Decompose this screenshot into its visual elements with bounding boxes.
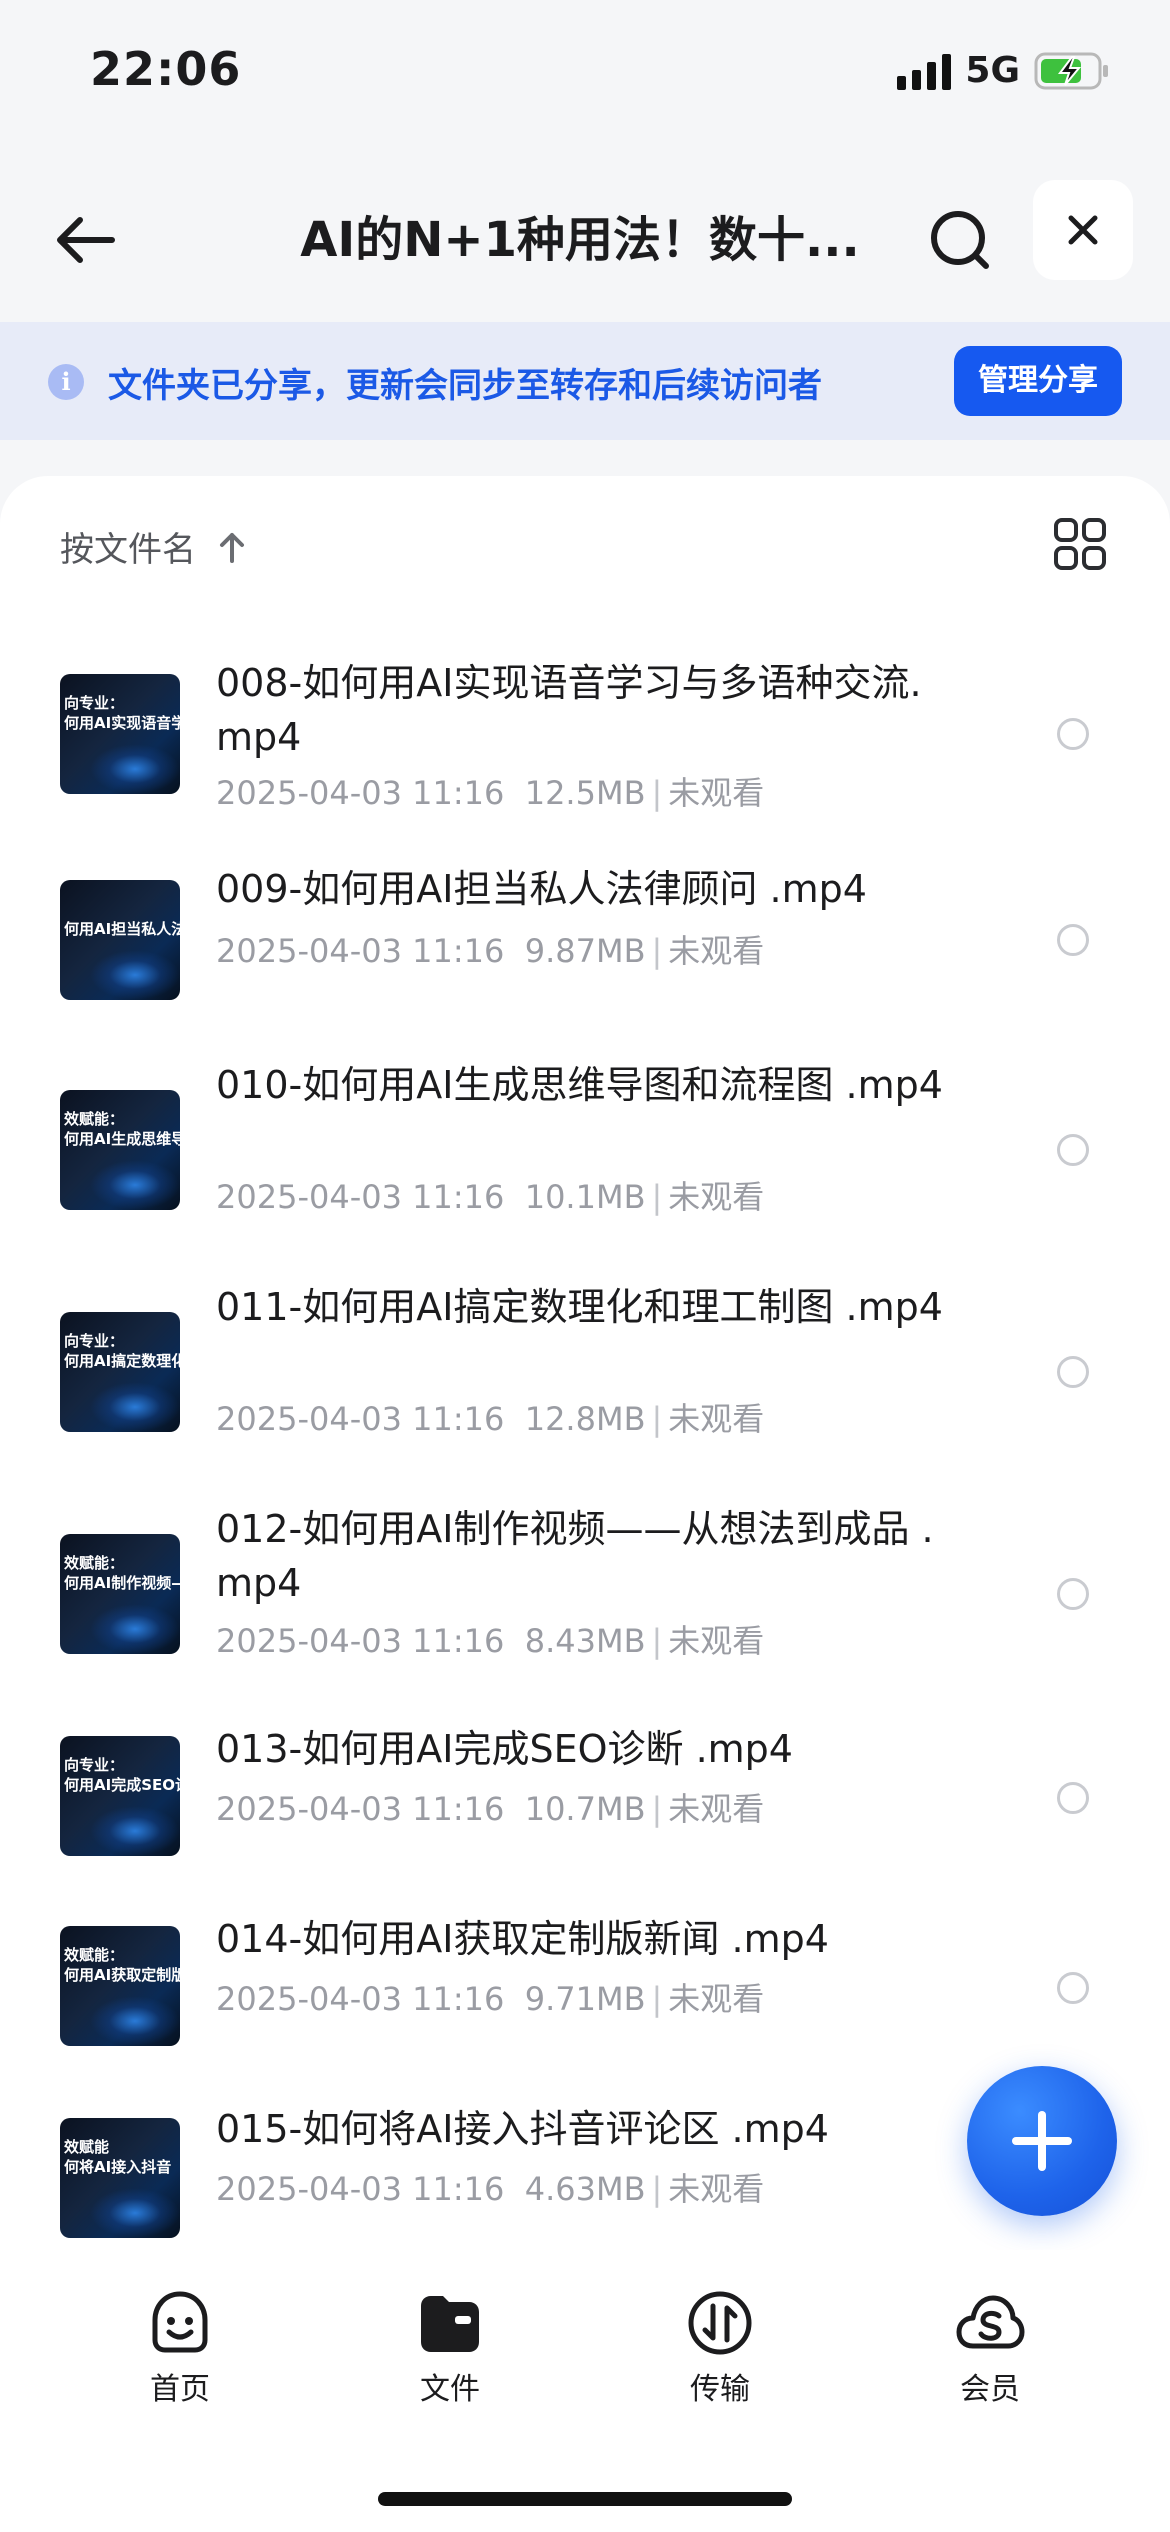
header: AI的N+1种用法！数十... [0, 170, 1170, 320]
file-name: 010-如何用AI生成思维导图和流程图 .mp4 [216, 1063, 943, 1107]
file-name: 008-如何用AI实现语音学习与多语种交流.mp4 [216, 661, 922, 759]
info-icon: i [48, 364, 84, 400]
file-row[interactable]: 向专业： 何用AI实现语音学 008-如何用AI实现语音学习与多语种交流.mp4… [0, 616, 1170, 816]
file-row[interactable]: 向专业： 何用AI完成SEO诊 013-如何用AI完成SEO诊断 .mp4 20… [0, 1694, 1170, 1890]
select-radio[interactable] [1057, 718, 1089, 750]
video-thumbnail: 向专业： 何用AI完成SEO诊 [60, 1736, 180, 1856]
back-arrow-icon [57, 217, 115, 263]
tab-files[interactable]: 文件 [360, 2288, 540, 2408]
tab-label: 文件 [420, 2372, 480, 2407]
smile-face-icon [152, 2291, 208, 2353]
file-meta: 2025-04-03 11:16 8.43MB | 未观看 [216, 1622, 765, 1660]
video-thumbnail: 效赋能： 何用AI获取定制版 [60, 1926, 180, 2046]
video-thumbnail: 效赋能 何将AI接入抖音 [60, 2118, 180, 2238]
signal-icon [897, 52, 952, 90]
share-banner: i 文件夹已分享，更新会同步至转存和后续访问者 管理分享 [0, 322, 1170, 440]
file-row[interactable]: 效赋能： 何用AI获取定制版 014-如何用AI获取定制版新闻 .mp4 202… [0, 1886, 1170, 2076]
file-row[interactable]: 何用AI担当私人法 009-如何用AI担当私人法律顾问 .mp4 2025-04… [0, 826, 1170, 1022]
file-panel: 按文件名 向专业： 何用AI实现语音学 008-如何用AI实现语音学习与多语种交… [0, 476, 1170, 2532]
status-indicators: 5G [897, 50, 1110, 91]
banner-text: 文件夹已分享，更新会同步至转存和后续访问者 [108, 366, 822, 406]
file-meta: 2025-04-03 11:16 9.71MB | 未观看 [216, 1980, 765, 2018]
back-button[interactable] [48, 200, 128, 280]
file-name: 011-如何用AI搞定数理化和理工制图 .mp4 [216, 1285, 943, 1329]
file-name: 014-如何用AI获取定制版新闻 .mp4 [216, 1917, 829, 1961]
file-name: 012-如何用AI制作视频——从想法到成品 .mp4 [216, 1507, 934, 1605]
arrow-up-icon [220, 532, 244, 563]
file-row[interactable]: 向专业： 何用AI搞定数理化 011-如何用AI搞定数理化和理工制图 .mp4 … [0, 1252, 1170, 1462]
video-thumbnail: 向专业： 何用AI搞定数理化 [60, 1312, 180, 1432]
select-radio[interactable] [1057, 924, 1089, 956]
tab-transfer[interactable]: 传输 [630, 2288, 810, 2408]
select-radio[interactable] [1057, 1134, 1089, 1166]
battery-icon [1034, 52, 1108, 89]
transfer-icon [688, 2291, 752, 2355]
file-row[interactable]: 效赋能： 何用AI制作视频— 012-如何用AI制作视频——从想法到成品 .mp… [0, 1474, 1170, 1684]
file-meta: 2025-04-03 11:16 10.7MB | 未观看 [216, 1790, 765, 1828]
close-button[interactable] [1033, 180, 1133, 280]
status-time: 22:06 [90, 42, 242, 96]
tab-label: 首页 [150, 2372, 210, 2407]
search-button[interactable] [920, 200, 1000, 280]
bottom-tab-bar: 首页 文件 传输 会员 [0, 2250, 1170, 2532]
tab-label: 传输 [690, 2372, 750, 2407]
sort-control[interactable]: 按文件名 [60, 522, 250, 571]
tab-home[interactable]: 首页 [90, 2288, 270, 2408]
tab-member[interactable]: 会员 [900, 2288, 1080, 2408]
tab-label: 会员 [960, 2372, 1020, 2407]
file-name: 015-如何将AI接入抖音评论区 .mp4 [216, 2107, 829, 2151]
file-meta: 2025-04-03 11:16 10.1MB | 未观看 [216, 1178, 765, 1216]
select-radio[interactable] [1057, 1972, 1089, 2004]
page-title: AI的N+1种用法！数十... [300, 212, 860, 268]
manage-share-button[interactable]: 管理分享 [954, 346, 1122, 416]
file-name: 013-如何用AI完成SEO诊断 .mp4 [216, 1727, 793, 1771]
folder-icon [421, 2296, 479, 2352]
close-icon [1068, 215, 1098, 245]
video-thumbnail: 向专业： 何用AI实现语音学 [60, 674, 180, 794]
file-name: 009-如何用AI担当私人法律顾问 .mp4 [216, 867, 867, 911]
sort-label: 按文件名 [60, 530, 196, 570]
video-thumbnail: 何用AI担当私人法 [60, 880, 180, 1000]
video-thumbnail: 效赋能： 何用AI生成思维导 [60, 1090, 180, 1210]
cloud-s-icon [956, 2295, 1025, 2349]
select-radio[interactable] [1057, 1782, 1089, 1814]
grid-icon [1054, 518, 1106, 570]
add-button[interactable] [967, 2066, 1117, 2216]
file-row[interactable]: 效赋能： 何用AI生成思维导 010-如何用AI生成思维导图和流程图 .mp4 … [0, 1032, 1170, 1242]
file-meta: 2025-04-03 11:16 12.8MB | 未观看 [216, 1400, 765, 1438]
select-radio[interactable] [1057, 1578, 1089, 1610]
status-bar: 22:06 5G [0, 0, 1170, 150]
video-thumbnail: 效赋能： 何用AI制作视频— [60, 1534, 180, 1654]
select-radio[interactable] [1057, 1356, 1089, 1388]
file-meta: 2025-04-03 11:16 12.5MB | 未观看 [216, 774, 765, 812]
grid-view-button[interactable] [1052, 516, 1108, 572]
network-label: 5G [965, 50, 1020, 91]
search-icon [931, 211, 989, 269]
home-indicator [378, 2492, 792, 2506]
file-meta: 2025-04-03 11:16 4.63MB | 未观看 [216, 2170, 765, 2208]
file-meta: 2025-04-03 11:16 9.87MB | 未观看 [216, 932, 765, 970]
